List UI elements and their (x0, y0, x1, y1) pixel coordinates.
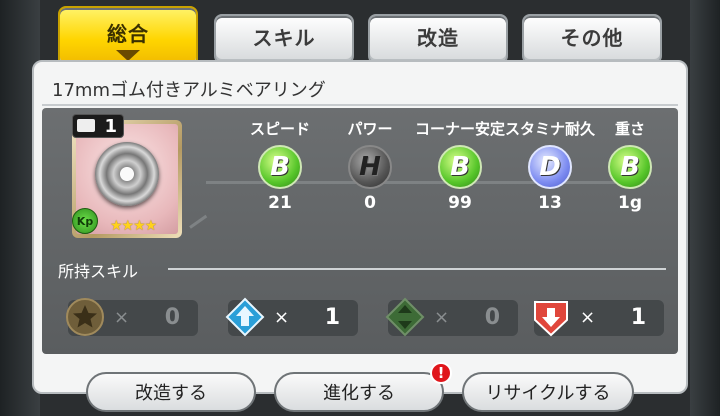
stat-power-label: パワー (347, 120, 393, 138)
skill-star-times: × (114, 307, 130, 328)
rarity-stars: ★★★★ (110, 218, 157, 234)
kp-badge: Kp (72, 208, 98, 234)
stat-speed: スピード B 21 (235, 118, 325, 213)
tab-other[interactable]: その他 (522, 14, 662, 64)
skill-updown-count: 0 (484, 305, 500, 330)
stat-weight-value: 1g (618, 193, 642, 213)
title-bar: 17mmゴム付きアルミベアリング (42, 68, 678, 106)
stat-power-grade: H (348, 145, 392, 189)
down-arrow-skill-icon (534, 301, 568, 337)
skill-star-count: 0 (164, 305, 180, 330)
stat-stamina-value: 13 (538, 193, 562, 213)
recycle-button[interactable]: リサイクルする (462, 372, 634, 412)
detail-area: 1 Kp ★★★★ スピード B 21 パワー H 0 コーナー安定 B 99 … (42, 108, 678, 354)
stat-cornering-grade: B (438, 145, 482, 189)
tab-overview[interactable]: 総合 (58, 6, 198, 68)
stat-weight-grade: B (608, 145, 652, 189)
evolve-button[interactable]: 進化する (274, 372, 444, 412)
stat-speed-label: スピード (249, 120, 310, 138)
stat-weight: 重さ B 1g (595, 118, 665, 213)
skill-star[interactable]: × 0 (66, 298, 198, 336)
bearing-wheel-icon (95, 142, 159, 206)
connector-line (189, 214, 208, 229)
star-skill-icon (66, 298, 104, 336)
chevron-down-icon (116, 49, 140, 61)
skill-updown[interactable]: × 0 (385, 297, 518, 337)
modify-button[interactable]: 改造する (86, 372, 256, 412)
background-right (690, 0, 720, 416)
stat-stamina: スタミナ耐久 D 13 (505, 118, 595, 213)
stat-weight-label: 重さ (614, 120, 645, 138)
tab-modify-label: 改造 (417, 26, 459, 50)
stat-cornering-value: 99 (448, 193, 472, 213)
owned-count: 1 (104, 115, 117, 137)
skill-up-count: 1 (324, 305, 340, 330)
owned-count-badge: 1 (72, 114, 124, 138)
tab-other-label: その他 (560, 26, 624, 50)
stat-cornering: コーナー安定 B 99 (415, 118, 505, 213)
stat-stamina-grade: D (528, 145, 572, 189)
skills-divider (168, 268, 666, 270)
up-arrow-skill-icon (225, 297, 265, 337)
skill-down[interactable]: × 1 (534, 300, 664, 337)
alert-badge-icon: ! (430, 362, 452, 384)
owned-skills-label: 所持スキル (58, 262, 139, 281)
stat-power-value: 0 (364, 193, 376, 213)
skill-updown-times: × (434, 307, 450, 328)
toolbox-icon (77, 119, 95, 132)
parts-detail-panel: 17mmゴム付きアルミベアリング 1 Kp ★★★★ スピード B 21 パワー… (32, 60, 688, 394)
stat-cornering-label: コーナー安定 (415, 120, 506, 138)
stat-speed-grade: B (258, 145, 302, 189)
tab-skills[interactable]: スキル (214, 14, 354, 64)
tab-modify[interactable]: 改造 (368, 14, 508, 64)
stat-power: パワー H 0 (325, 118, 415, 213)
skill-up-times: × (274, 307, 290, 328)
up-down-arrow-skill-icon (385, 297, 425, 337)
skill-up[interactable]: × 1 (225, 297, 358, 337)
tab-skills-label: スキル (252, 26, 316, 50)
item-name: 17mmゴム付きアルミベアリング (52, 80, 326, 101)
skill-down-times: × (580, 307, 596, 328)
stat-speed-value: 21 (268, 193, 292, 213)
tab-overview-label: 総合 (107, 21, 149, 46)
stat-stamina-label: スタミナ耐久 (505, 120, 596, 138)
skill-down-count: 1 (630, 305, 646, 330)
